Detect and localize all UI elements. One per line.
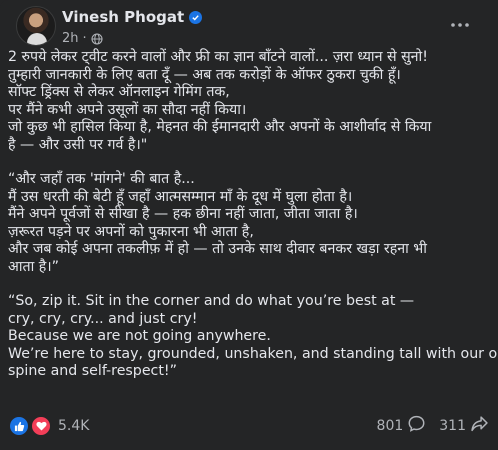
share-count: 311	[439, 417, 466, 434]
post-line: मैं उस धरती की बेटी हूँ जहाँ आत्मसम्मान …	[8, 188, 353, 205]
shares-stat[interactable]: 311	[439, 415, 488, 436]
more-options-icon[interactable]	[448, 13, 472, 37]
post-line: cry, cry, cry... and just cry!	[8, 310, 198, 327]
post-line: है — और उसी पर गर्व है।"	[8, 136, 148, 153]
post-time[interactable]: 2h	[62, 31, 79, 46]
author-name-row: Vinesh Phogat	[62, 8, 203, 26]
post-line: “So, zip it. Sit in the corner and do wh…	[8, 293, 415, 309]
love-reaction-icon	[30, 415, 52, 437]
comment-count: 801	[376, 417, 404, 434]
post-paragraph: “So, zip it. Sit in the corner and do wh…	[8, 293, 498, 381]
post-line: Because we are not going anywhere.	[8, 328, 271, 344]
post-line: पर मैंने कभी अपने उसूलों का सौदा नहीं कि…	[8, 101, 247, 118]
post-line: और जब कोई अपना तकलीफ़ में हो — तो उनके स…	[8, 241, 427, 257]
post-paragraph: 2 रुपये लेकर ट्वीट करने वालों और फ्री का…	[8, 49, 490, 154]
comment-icon	[408, 415, 425, 436]
post-line: 2 रुपये लेकर ट्वीट करने वालों और फ्री का…	[8, 49, 428, 65]
post-line: तुम्हारी जानकारी के लिए बता दूँ — अब तक …	[8, 66, 401, 83]
reaction-count: 5.4K	[58, 418, 90, 434]
post-line: ज़रूरत पड़ने पर अपनों को पुकारना भी आता …	[8, 223, 254, 240]
facebook-post: Vinesh Phogat 2h · 2 रुपये लेकर ट्वीट कर…	[0, 0, 498, 450]
post-paragraph: “और जहाँ तक 'मांगने' की बात है... मैं उस…	[8, 171, 490, 276]
comments-stat[interactable]: 801	[377, 415, 426, 436]
globe-icon	[91, 32, 103, 45]
post-line: सॉफ्ट ड्रिंक्स से लेकर ऑनलाइन गेमिंग तक,	[8, 84, 230, 100]
post-line: जो कुछ भी हासिल किया है, मेहनत की ईमानदा…	[8, 119, 432, 135]
post-line: We’re here to stay, grounded, unshaken, …	[8, 345, 498, 362]
post-meta: 2h ·	[62, 31, 103, 46]
engagement-stats: 801 311	[377, 415, 488, 436]
post-line: spine and self-respect!”	[8, 363, 177, 379]
post-line: मैंने अपने पूर्वजों से सीखा है — हक छीना…	[8, 206, 358, 222]
verified-badge-icon	[189, 10, 203, 24]
post-line: आता है।”	[8, 258, 60, 275]
reactions-summary[interactable]: 5.4K	[8, 415, 89, 437]
author-avatar[interactable]	[16, 6, 56, 46]
like-reaction-icon	[8, 415, 30, 437]
author-name[interactable]: Vinesh Phogat	[62, 8, 184, 26]
post-line: “और जहाँ तक 'मांगने' की बात है...	[8, 171, 195, 187]
share-icon	[471, 415, 488, 436]
post-body: 2 रुपये लेकर ट्वीट करने वालों और फ्री का…	[8, 49, 498, 381]
